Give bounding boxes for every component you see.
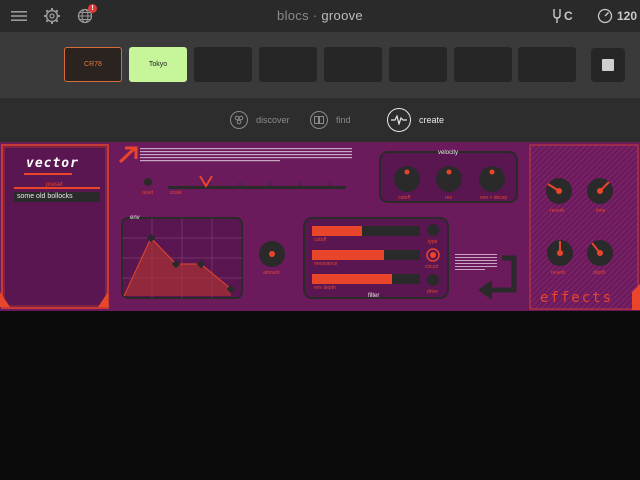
filter-bar-label: resonance (314, 261, 338, 267)
filter-resonance-bar[interactable] (312, 250, 420, 260)
effects-knob-label: time (596, 208, 606, 214)
filter-bar-label: cutoff (314, 237, 327, 243)
effects-time-knob[interactable] (587, 178, 613, 204)
waveform-icon (387, 108, 411, 132)
app-title: blocs · groove (0, 8, 640, 23)
effects-knob-label: reverb (550, 208, 565, 214)
stop-icon (602, 59, 614, 71)
nav-discover-label: discover (256, 115, 290, 125)
tempo-gauge-icon[interactable] (597, 8, 613, 29)
scale-slider[interactable] (168, 182, 346, 192)
env-amount-knob[interactable] (259, 241, 285, 267)
pad-empty[interactable] (518, 47, 576, 82)
app-title-separator: · (312, 8, 318, 23)
env-amount-label: amount (263, 270, 280, 276)
effects-knob-label: reverb (551, 270, 566, 276)
arrow-icon (118, 146, 138, 164)
pad-empty[interactable] (259, 47, 317, 82)
filter-bar-label: env depth (314, 285, 336, 291)
logo-underline (24, 173, 72, 175)
filter-title: filter (368, 293, 380, 299)
nav-create-label: create (419, 115, 445, 125)
filter-side-label: drive (427, 289, 438, 295)
velocity-title: velocity (438, 150, 459, 156)
stop-button[interactable] (591, 48, 625, 82)
effects-title: effects (540, 290, 614, 306)
tempo-label[interactable]: 120 (617, 9, 637, 23)
nav-create[interactable]: create (387, 106, 444, 134)
nav-discover[interactable]: discover (230, 106, 290, 134)
envelope-editor[interactable] (122, 218, 242, 298)
pad-empty[interactable] (454, 47, 512, 82)
synth-panel: vector preset some old bollocks reset sc… (0, 142, 640, 311)
return-arrow-icon (478, 255, 517, 300)
velocity-cutoff-knob[interactable] (394, 166, 420, 192)
velocity-knob-label: res (445, 195, 452, 201)
pad-empty[interactable] (194, 47, 252, 82)
effects-knob-label: depth (593, 270, 606, 276)
filter-side-label: circuit (425, 264, 439, 270)
discover-icon (230, 111, 248, 129)
preset-label: preset (46, 182, 63, 188)
pad-empty[interactable] (389, 47, 447, 82)
nav-find[interactable]: find (310, 106, 351, 134)
filter-cutoff-bar[interactable] (312, 226, 420, 236)
filter-side-label: type (428, 239, 438, 245)
pad-cr78[interactable]: CR78 (64, 47, 122, 82)
effects-depth-knob[interactable] (587, 240, 613, 266)
velocity-env-knob[interactable] (479, 166, 505, 192)
velocity-res-knob[interactable] (436, 166, 462, 192)
effects-reverb-knob-2[interactable] (547, 240, 573, 266)
slider-left-label: reset (142, 190, 154, 196)
velocity-knob-label: env + decay (480, 195, 508, 201)
velocity-knob-label: cutoff (398, 195, 411, 201)
effects-reverb-knob[interactable] (546, 178, 572, 204)
filter-circuit-button[interactable] (427, 249, 439, 261)
find-icon (310, 111, 328, 129)
preset-selector[interactable]: some old bollocks (14, 192, 100, 202)
pad-tokyo[interactable]: Tokyo (129, 47, 187, 82)
nav-find-label: find (336, 115, 351, 125)
tuning-fork-icon[interactable] (552, 9, 562, 28)
filter-type-button[interactable] (427, 224, 439, 236)
synth-logo: vector (26, 156, 79, 171)
filter-env-depth-bar[interactable] (312, 274, 420, 284)
key-label[interactable]: C (564, 9, 573, 23)
pad-empty[interactable] (324, 47, 382, 82)
app-title-prefix: blocs (277, 8, 309, 23)
filter-drive-button[interactable] (427, 274, 439, 286)
app-title-suffix: groove (321, 8, 363, 23)
